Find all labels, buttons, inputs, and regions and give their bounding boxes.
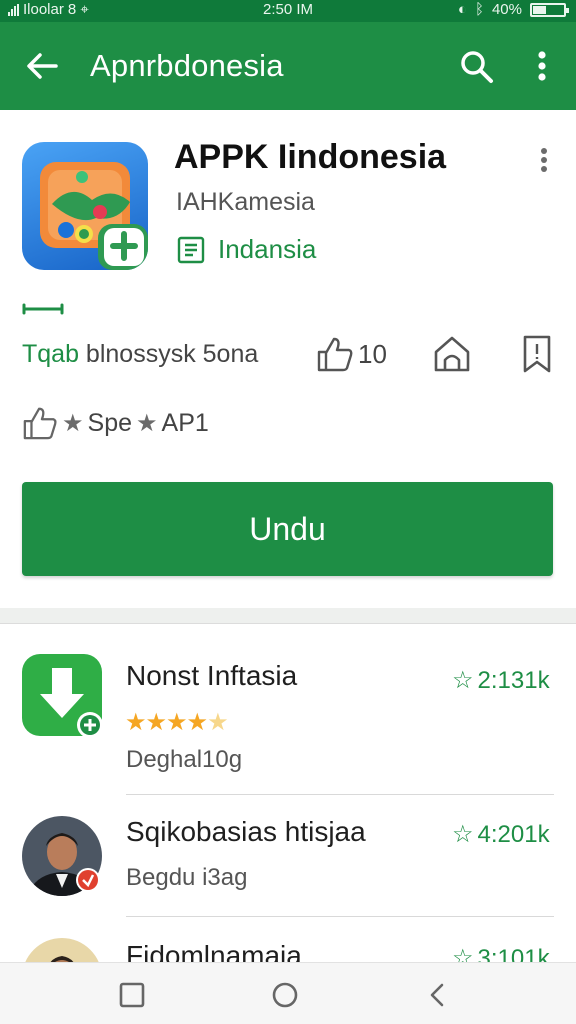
item-subtitle: Begdu i3ag [126, 864, 248, 891]
document-icon [177, 236, 205, 263]
install-button[interactable]: Undu [22, 482, 553, 576]
battery-icon [530, 2, 569, 17]
app-logo [22, 142, 148, 270]
item-rating: ☆ 4:201k [452, 820, 550, 849]
arrow-left-icon[interactable] [22, 46, 62, 86]
meta-text-2: AP1 [161, 408, 209, 437]
alarm-icon: ◐ [457, 1, 467, 18]
status-bar: Iloolar 8 ⌖ 2:50 IM ◐ ᛒ 40% [0, 0, 576, 22]
item-title: Fidomlnamaia [126, 940, 302, 962]
system-nav-bar [0, 962, 576, 1024]
home-icon[interactable] [432, 334, 472, 374]
developer-name[interactable]: IAHKamesia [176, 188, 315, 217]
download-app-icon [22, 654, 103, 738]
list-item[interactable]: Sqikobasias htisjaa Begdu i3ag ☆ 4:201k [0, 794, 576, 920]
thumbs-up-icon [23, 407, 57, 440]
recents-square-icon[interactable] [118, 981, 146, 1009]
category-tag[interactable]: Indansia [176, 234, 316, 265]
more-vert-icon[interactable] [532, 146, 556, 174]
app-detail-card: APPK Iindonesia IAHKamesia Indansia Tqab… [0, 110, 576, 608]
bookmark-icon[interactable] [520, 334, 554, 374]
app-name: APPK Iindonesia [174, 138, 447, 176]
avatar [22, 938, 102, 962]
likes-count: 10 [358, 338, 387, 369]
battery-percent: 40% [491, 1, 522, 18]
item-title: Sqikobasias htisjaa [126, 816, 366, 847]
meta-text-1: Spe [87, 408, 132, 437]
item-rating-value: 3:101k [477, 944, 550, 963]
item-title: Nonst Inftasia [126, 660, 298, 691]
star-outline-icon: ☆ [452, 821, 474, 848]
bluetooth-icon: ᛒ [474, 1, 484, 18]
likes-stat[interactable]: 10 [316, 336, 387, 372]
more-vert-icon[interactable] [526, 46, 558, 86]
star-icon: ★ [136, 409, 158, 437]
item-subtitle: Deghal10g [126, 746, 243, 773]
stats-label-rest: blnossysk 5ona [78, 340, 259, 368]
back-chevron-icon[interactable] [424, 981, 452, 1009]
search-icon[interactable] [456, 46, 496, 86]
section-divider [0, 608, 576, 624]
list-item[interactable]: Nonst Inftasia ★★★★★ Deghal10g ☆ 2:131k [0, 624, 576, 773]
list-item[interactable]: Fidomlnamaia ☆ 3:101k [0, 916, 576, 962]
dash-icon [22, 303, 64, 315]
related-apps-list: Nonst Inftasia ★★★★★ Deghal10g ☆ 2:131k … [0, 624, 576, 962]
status-right: ◐ ᛒ 40% [457, 1, 569, 18]
avatar [22, 816, 102, 896]
star-outline-icon: ☆ [452, 945, 474, 962]
stats-label: Tqab blnossysk 5ona [22, 340, 258, 369]
app-logo-artwork [40, 162, 148, 270]
star-icon: ★ [62, 409, 84, 437]
star-outline-icon: ☆ [452, 667, 474, 694]
thumbs-up-icon [317, 337, 353, 372]
star-rating: ★★★★★ [125, 709, 229, 736]
meta-row: ★ Spe ★ AP1 [22, 405, 209, 441]
app-bar: Apnrbdonesia [0, 22, 576, 110]
category-label: Indansia [218, 234, 317, 264]
item-rating-value: 2:131k [477, 666, 550, 694]
page-title: Apnrbdonesia [90, 48, 284, 83]
item-rating-value: 4:201k [477, 820, 550, 848]
item-rating: ☆ 2:131k [452, 666, 550, 695]
item-rating: ☆ 3:101k [452, 944, 550, 963]
home-circle-icon[interactable] [271, 981, 299, 1009]
stats-row: Tqab blnossysk 5ona 10 [0, 332, 576, 382]
stats-label-accent: Tqab [22, 340, 79, 368]
